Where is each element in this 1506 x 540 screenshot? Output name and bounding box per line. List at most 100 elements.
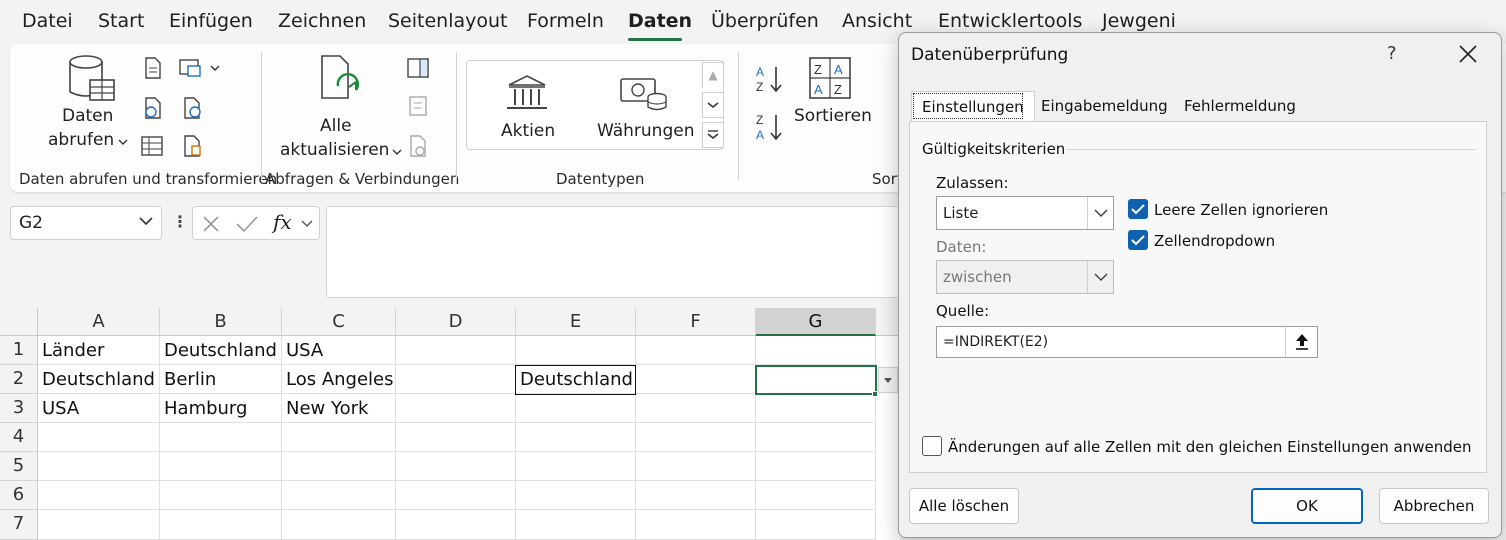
- tab-fehlermeldung[interactable]: Fehlermeldung: [1174, 91, 1306, 121]
- properties-icon[interactable]: [406, 94, 430, 118]
- sort-button[interactable]: Z A A Z Sortieren: [790, 54, 874, 134]
- cell-g4[interactable]: [756, 423, 876, 452]
- menu-daten[interactable]: Daten: [628, 10, 692, 32]
- cell-c7[interactable]: [282, 510, 396, 540]
- cell-b7[interactable]: [160, 510, 282, 540]
- column-header-a[interactable]: A: [38, 308, 160, 336]
- cell-e7[interactable]: [516, 510, 636, 540]
- refresh-all-button[interactable]: Alle aktualisieren: [278, 52, 402, 162]
- cell-b4[interactable]: [160, 423, 282, 452]
- from-picture-icon[interactable]: [178, 56, 202, 80]
- cell-c1[interactable]: USA: [282, 336, 396, 365]
- menu-entwicklertools[interactable]: Entwicklertools: [938, 10, 1082, 32]
- clear-all-button[interactable]: Alle löschen: [909, 488, 1019, 524]
- menu-seitenlayout[interactable]: Seitenlayout: [388, 10, 508, 32]
- cell-d2[interactable]: [396, 365, 516, 394]
- allow-select[interactable]: Liste: [936, 196, 1114, 230]
- cell-e1[interactable]: [516, 336, 636, 365]
- cell-d4[interactable]: [396, 423, 516, 452]
- column-header-c[interactable]: C: [282, 308, 396, 336]
- apply-all-label[interactable]: Änderungen auf alle Zellen mit den gleic…: [948, 438, 1472, 456]
- gallery-scroll-down[interactable]: [702, 92, 724, 118]
- existing-connections-icon[interactable]: [180, 134, 204, 158]
- tab-einstellungen[interactable]: Einstellungen: [911, 91, 1035, 121]
- ignore-blank-label[interactable]: Leere Zellen ignorieren: [1154, 201, 1328, 219]
- cell-c3[interactable]: New York: [282, 394, 396, 423]
- name-box[interactable]: G2: [10, 206, 162, 240]
- cell-b5[interactable]: [160, 452, 282, 481]
- formula-input[interactable]: [326, 206, 906, 298]
- data-dropdown-arrow[interactable]: [1087, 261, 1113, 293]
- row-header-5[interactable]: 5: [0, 452, 38, 481]
- cell-f1[interactable]: [636, 336, 756, 365]
- cell-g3[interactable]: [756, 394, 876, 423]
- cell-a7[interactable]: [38, 510, 160, 540]
- cell-g6[interactable]: [756, 481, 876, 510]
- cell-f4[interactable]: [636, 423, 756, 452]
- select-all-corner[interactable]: [0, 308, 38, 336]
- from-table-icon[interactable]: [140, 134, 164, 158]
- more-options-icon[interactable]: ⋮: [172, 212, 188, 231]
- in-cell-dropdown-checkbox[interactable]: [1128, 230, 1148, 250]
- cell-c2[interactable]: Los Angeles: [282, 365, 396, 394]
- queries-connections-icon[interactable]: [406, 56, 430, 80]
- column-header-d[interactable]: D: [396, 308, 516, 336]
- menu-jewgeni[interactable]: Jewgeni: [1102, 10, 1176, 32]
- cell-a4[interactable]: [38, 423, 160, 452]
- confirm-icon[interactable]: [235, 214, 259, 234]
- help-button[interactable]: ?: [1387, 43, 1397, 64]
- cell-g7[interactable]: [756, 510, 876, 540]
- edit-links-icon[interactable]: [406, 134, 430, 158]
- cell-e4[interactable]: [516, 423, 636, 452]
- cell-e2[interactable]: Deutschland: [516, 365, 636, 394]
- stocks-button[interactable]: Aktien: [487, 69, 567, 145]
- column-header-g[interactable]: G: [756, 308, 876, 336]
- menu-datei[interactable]: Datei: [22, 10, 73, 32]
- menu-ueberpruefen[interactable]: Überprüfen: [711, 10, 819, 32]
- menu-zeichnen[interactable]: Zeichnen: [278, 10, 366, 32]
- menu-einfuegen[interactable]: Einfügen: [169, 10, 253, 32]
- column-header-f[interactable]: F: [636, 308, 756, 336]
- cell-e6[interactable]: [516, 481, 636, 510]
- column-header-e[interactable]: E: [516, 308, 636, 336]
- cell-d7[interactable]: [396, 510, 516, 540]
- in-cell-dropdown-label[interactable]: Zellendropdown: [1154, 232, 1275, 250]
- row-header-6[interactable]: 6: [0, 481, 38, 510]
- cell-f2[interactable]: [636, 365, 756, 394]
- ok-button[interactable]: OK: [1251, 488, 1363, 524]
- cancel-button[interactable]: Abbrechen: [1379, 488, 1489, 524]
- cell-dropdown-button[interactable]: [878, 367, 898, 393]
- chevron-down-icon[interactable]: [210, 64, 220, 72]
- from-text-icon[interactable]: [140, 56, 164, 80]
- tab-eingabemeldung[interactable]: Eingabemeldung: [1031, 91, 1178, 121]
- row-header-4[interactable]: 4: [0, 423, 38, 452]
- apply-all-checkbox[interactable]: [922, 436, 942, 456]
- collapse-dialog-button[interactable]: [1285, 327, 1317, 357]
- row-header-7[interactable]: 7: [0, 510, 38, 540]
- recent-sources-icon[interactable]: [180, 96, 204, 120]
- cell-e3[interactable]: [516, 394, 636, 423]
- column-header-b[interactable]: B: [160, 308, 282, 336]
- cell-a6[interactable]: [38, 481, 160, 510]
- column-header-h[interactable]: [876, 308, 900, 336]
- data-select[interactable]: zwischen: [936, 260, 1114, 294]
- cell-b2[interactable]: Berlin: [160, 365, 282, 394]
- cell-c4[interactable]: [282, 423, 396, 452]
- cell-a1[interactable]: Länder: [38, 336, 160, 365]
- cell-e5[interactable]: [516, 452, 636, 481]
- gallery-scroll-up[interactable]: ▲: [702, 62, 724, 88]
- cell-a5[interactable]: [38, 452, 160, 481]
- cell-a2[interactable]: Deutschland: [38, 365, 160, 394]
- cell-b6[interactable]: [160, 481, 282, 510]
- cell-c5[interactable]: [282, 452, 396, 481]
- cell-g5[interactable]: [756, 452, 876, 481]
- cell-g2[interactable]: [756, 365, 876, 394]
- cancel-icon[interactable]: [201, 214, 221, 234]
- cell-d3[interactable]: [396, 394, 516, 423]
- menu-start[interactable]: Start: [98, 10, 144, 32]
- row-header-3[interactable]: 3: [0, 394, 38, 423]
- cell-d1[interactable]: [396, 336, 516, 365]
- cell-a3[interactable]: USA: [38, 394, 160, 423]
- ignore-blank-checkbox[interactable]: [1128, 199, 1148, 219]
- insert-function-icon[interactable]: fx: [273, 210, 292, 234]
